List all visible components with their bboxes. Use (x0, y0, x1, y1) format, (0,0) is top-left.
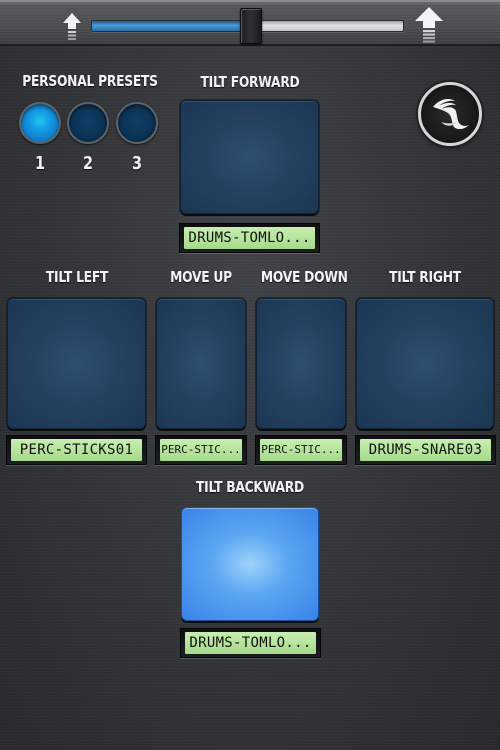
tilt-backward-sample-display: DRUMS-TOMLO... (180, 628, 321, 658)
move-down-sample-display: PERC-STIC... (255, 435, 347, 465)
move-down-label: MOVE DOWN (260, 268, 348, 286)
move-up-sample-display: PERC-STIC... (155, 435, 247, 465)
tilt-left-pad[interactable] (7, 298, 146, 429)
top-bar (0, 0, 500, 46)
volume-slider-fill (92, 21, 251, 31)
move-up-pad[interactable] (156, 298, 246, 429)
move-up-sample-name[interactable]: PERC-STIC... (160, 439, 242, 461)
tilt-left-sample-name[interactable]: PERC-STICKS01 (11, 439, 142, 461)
preset-number-1: 1 (34, 153, 46, 174)
tilt-backward-label: TILT BACKWARD (196, 478, 304, 496)
tilt-forward-sample-display: DRUMS-TOMLO... (179, 223, 320, 253)
tilt-forward-sample-name[interactable]: DRUMS-TOMLO... (184, 227, 315, 249)
preset-button-1[interactable] (19, 102, 61, 144)
move-up-label: MOVE UP (170, 268, 232, 286)
tilt-right-sample-display: DRUMS-SNARE03 (355, 435, 496, 465)
tilt-backward-sample-name[interactable]: DRUMS-TOMLO... (185, 632, 316, 654)
logo-button[interactable] (418, 82, 482, 146)
tilt-forward-label: TILT FORWARD (200, 73, 300, 91)
presets-title: PERSONAL PRESETS (22, 72, 158, 90)
tilt-backward-pad[interactable] (181, 507, 319, 621)
preset-number-2: 2 (82, 153, 94, 174)
preset-button-3[interactable] (116, 102, 158, 144)
move-down-sample-name[interactable]: PERC-STIC... (260, 439, 342, 461)
tilt-right-label: TILT RIGHT (389, 268, 461, 286)
bird-logo-icon (433, 99, 469, 130)
move-down-pad[interactable] (256, 298, 346, 429)
tilt-forward-pad[interactable] (180, 100, 319, 214)
preset-number-3: 3 (131, 153, 143, 174)
volume-max-arrow-icon (415, 7, 443, 43)
tilt-right-pad[interactable] (356, 298, 494, 429)
volume-min-arrow-icon (63, 13, 81, 40)
preset-button-2[interactable] (67, 102, 109, 144)
volume-slider-thumb[interactable] (239, 8, 262, 44)
tilt-left-label: TILT LEFT (45, 268, 109, 286)
tilt-left-sample-display: PERC-STICKS01 (6, 435, 147, 465)
tilt-right-sample-name[interactable]: DRUMS-SNARE03 (360, 439, 491, 461)
